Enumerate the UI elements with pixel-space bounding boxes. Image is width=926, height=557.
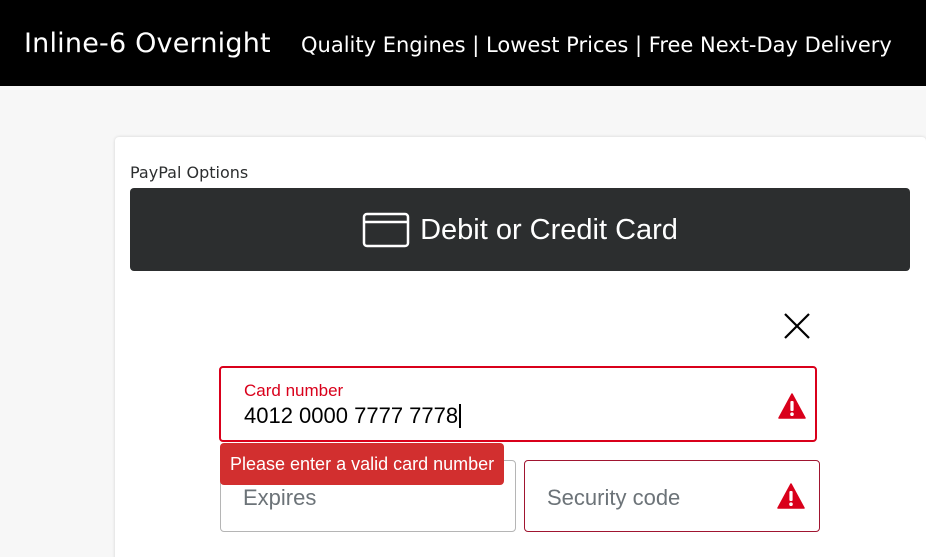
- card-number-value: 4012 0000 7777 7778: [244, 403, 459, 428]
- close-icon[interactable]: [782, 311, 812, 341]
- card-number-error-tooltip: Please enter a valid card number: [220, 443, 505, 485]
- warning-icon: [777, 483, 805, 509]
- warning-icon: [778, 393, 806, 419]
- security-code-placeholder: Security code: [547, 485, 681, 510]
- security-code-field[interactable]: Security code: [524, 460, 820, 532]
- checkout-card: PayPal Options Debit or Credit Card Card…: [115, 137, 926, 557]
- expires-placeholder: Expires: [243, 485, 317, 510]
- card-number-field[interactable]: Card number 4012 0000 7777 7778: [219, 366, 817, 442]
- site-tagline: Quality Engines | Lowest Prices | Free N…: [301, 33, 892, 57]
- card-number-input[interactable]: 4012 0000 7777 7778: [244, 403, 461, 429]
- debit-credit-card-button[interactable]: Debit or Credit Card: [130, 188, 910, 271]
- paypal-options-label: PayPal Options: [130, 163, 249, 182]
- site-brand: Inline-6 Overnight: [24, 28, 271, 59]
- debit-credit-card-label: Debit or Credit Card: [420, 213, 678, 246]
- credit-card-icon: [362, 212, 410, 247]
- text-caret: [459, 404, 461, 428]
- card-number-label: Card number: [244, 381, 344, 400]
- site-header: Inline-6 Overnight Quality Engines | Low…: [0, 0, 926, 86]
